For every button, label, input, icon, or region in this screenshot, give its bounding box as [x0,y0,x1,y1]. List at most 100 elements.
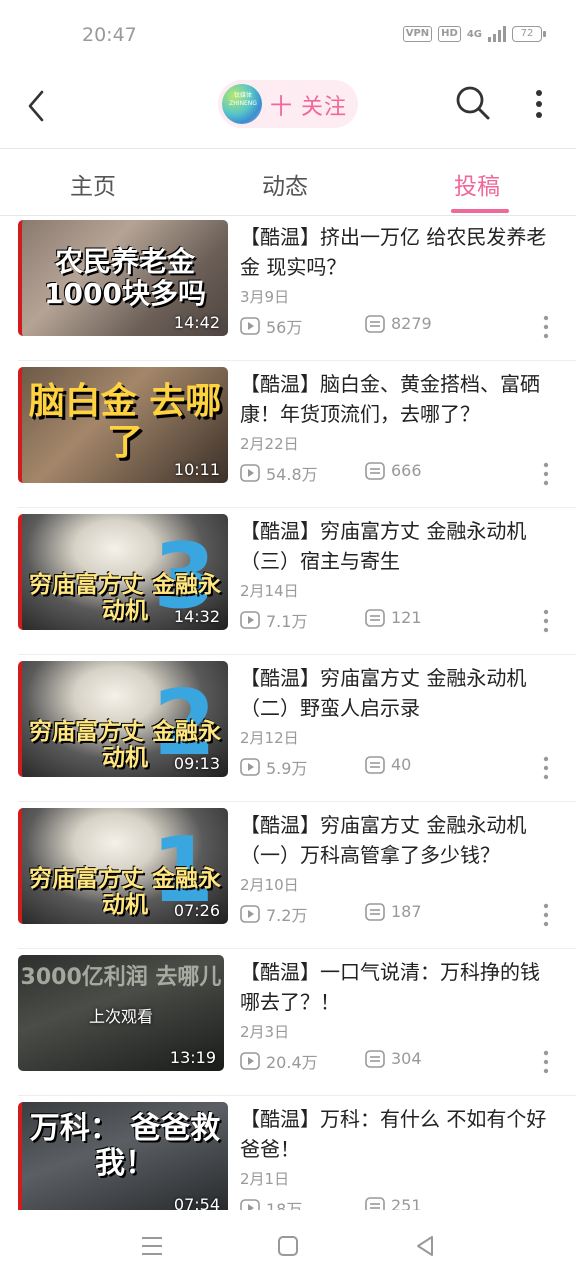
list-item[interactable]: 2 穷庙富方丈 金融永动机 09:13 【酷温】穷庙富方丈 金融永动机（二）野蛮… [0,655,576,802]
video-duration: 14:32 [173,607,220,626]
video-thumbnail[interactable]: 2 穷庙富方丈 金融永动机 09:13 [18,661,228,777]
view-count-value: 7.2万 [266,906,308,925]
comment-count: 187 [365,902,422,921]
comment-count: 251 [365,1196,422,1210]
video-thumbnail[interactable]: 万科： 爸爸救我！ 07:54 [18,1102,228,1210]
video-title[interactable]: 【酷温】穷庙富方丈 金融永动机（一）万科高管拿了多少钱？ [240,810,560,870]
search-icon [456,86,490,120]
vpn-icon: VPN [402,26,433,42]
view-count: 7.2万 [240,902,307,926]
back-button[interactable] [18,86,58,126]
watched-label: 上次观看 [88,1007,153,1026]
video-duration: 13:19 [169,1048,216,1067]
comment-icon [365,461,385,480]
more-vertical-icon [536,90,542,118]
comment-icon [365,755,385,774]
comment-count-value: 121 [391,608,422,627]
video-duration: 10:11 [173,460,220,479]
thumbnail-caption: 万科： 爸爸救我！ [29,1111,221,1181]
list-item[interactable]: 3 穷庙富方丈 金融永动机 14:32 【酷温】穷庙富方丈 金融永动机（三）宿主… [0,508,576,655]
video-title[interactable]: 【酷温】脑白金、黄金搭档、富硒康！年货顶流们，去哪了？ [240,369,560,429]
more-vertical-icon[interactable] [540,608,552,634]
video-duration: 09:13 [173,754,220,773]
video-thumbnail[interactable]: 脑白金 去哪了 10:11 [18,367,228,483]
view-count: 54.8万 [240,461,318,485]
network-type-icon: 4G [466,28,482,40]
view-count: 7.1万 [240,608,307,632]
status-icons: VPN HD 4G 72 [402,26,546,42]
comment-count-value: 666 [391,461,422,480]
view-count: 20.4万 [240,1049,318,1073]
thumbnail-caption: 脑白金 去哪了 [28,381,222,464]
battery-level: 72 [520,28,534,39]
video-date: 2月10日 [240,876,299,894]
comment-count-value: 251 [391,1196,422,1210]
comment-count-value: 8279 [391,314,432,333]
video-duration: 07:54 [173,1195,220,1210]
avatar[interactable]: 钛媒体 ZHINENG [222,84,262,124]
search-button[interactable] [454,84,492,122]
play-count-icon [240,1052,260,1070]
signal-icon [488,26,506,42]
home-icon[interactable] [274,1232,302,1260]
comment-count-value: 304 [391,1049,422,1068]
comment-count: 304 [365,1049,422,1068]
back-triangle-icon[interactable] [412,1232,440,1260]
video-thumbnail[interactable]: 1 穷庙富方丈 金融永动机 07:26 [18,808,228,924]
tab-home[interactable]: 主页 [70,167,116,201]
battery-icon: 72 [512,26,546,42]
list-item[interactable]: 脑白金 去哪了 10:11 【酷温】脑白金、黄金搭档、富硒康！年货顶流们，去哪了… [0,361,576,508]
comment-icon [365,1049,385,1068]
list-item[interactable]: 1 穷庙富方丈 金融永动机 07:26 【酷温】穷庙富方丈 金融永动机（一）万科… [0,802,576,949]
view-count-value: 54.8万 [266,465,318,484]
chevron-left-icon [28,90,44,122]
more-vertical-icon[interactable] [540,314,552,340]
video-title[interactable]: 【酷温】穷庙富方丈 金融永动机（三）宿主与寄生 [240,516,560,576]
view-count-value: 18万 [266,1200,303,1210]
view-count: 18万 [240,1196,302,1210]
play-count-icon [240,758,260,776]
view-count: 56万 [240,314,302,338]
follow-button[interactable]: 钛媒体 ZHINENG 十 关注 [218,80,358,128]
video-title[interactable]: 【酷温】穷庙富方丈 金融永动机（二）野蛮人启示录 [240,663,560,723]
video-thumbnail[interactable]: 农民养老金 1000块多吗 14:42 [18,220,228,336]
top-nav: 钛媒体 ZHINENG 十 关注 [0,72,576,148]
video-title[interactable]: 【酷温】挤出一万亿 给农民发养老金 现实吗？ [240,222,560,282]
tab-uploads[interactable]: 投稿 [454,167,500,201]
video-thumbnail[interactable]: 3000亿利润 去哪儿 上次观看 13:19 [18,955,224,1071]
more-options-button[interactable] [526,86,552,124]
more-vertical-icon[interactable] [540,461,552,487]
video-list[interactable]: 农民养老金 1000块多吗 14:42 【酷温】挤出一万亿 给农民发养老金 现实… [0,214,576,1210]
video-date: 3月9日 [240,288,290,306]
video-thumbnail[interactable]: 3 穷庙富方丈 金融永动机 14:32 [18,514,228,630]
video-date: 2月22日 [240,435,299,453]
play-count-icon [240,905,260,923]
system-nav-bar [0,1210,576,1280]
video-date: 2月14日 [240,582,299,600]
menu-icon[interactable] [138,1232,166,1260]
view-count-value: 20.4万 [266,1053,318,1072]
video-duration: 07:26 [173,901,220,920]
more-vertical-icon[interactable] [540,902,552,928]
status-time: 20:47 [82,24,137,46]
comment-count-value: 40 [391,755,412,774]
more-vertical-icon[interactable] [540,755,552,781]
avatar-text: 钛媒体 ZHINENG [229,92,257,107]
view-count-value: 56万 [266,318,303,337]
comment-count: 666 [365,461,422,480]
play-count-icon [240,464,260,482]
thumbnail-caption: 农民养老金 1000块多吗 [44,245,206,311]
tab-dynamics[interactable]: 动态 [262,167,308,201]
video-date: 2月1日 [240,1170,290,1188]
tab-indicator [451,209,509,213]
comment-count-value: 187 [391,902,422,921]
view-count-value: 7.1万 [266,612,308,631]
list-item[interactable]: 3000亿利润 去哪儿 上次观看 13:19 【酷温】一口气说清：万科挣的钱 哪… [0,949,576,1096]
more-vertical-icon[interactable] [540,1049,552,1075]
video-title[interactable]: 【酷温】一口气说清：万科挣的钱 哪去了？！ [240,957,560,1017]
list-item[interactable]: 农民养老金 1000块多吗 14:42 【酷温】挤出一万亿 给农民发养老金 现实… [0,214,576,361]
video-title[interactable]: 【酷温】万科：有什么 不如有个好爸爸！ [240,1104,560,1164]
play-count-icon [240,317,260,335]
comment-icon [365,1196,385,1210]
list-item[interactable]: 万科： 爸爸救我！ 07:54 【酷温】万科：有什么 不如有个好爸爸！ 2月1日… [0,1096,576,1210]
